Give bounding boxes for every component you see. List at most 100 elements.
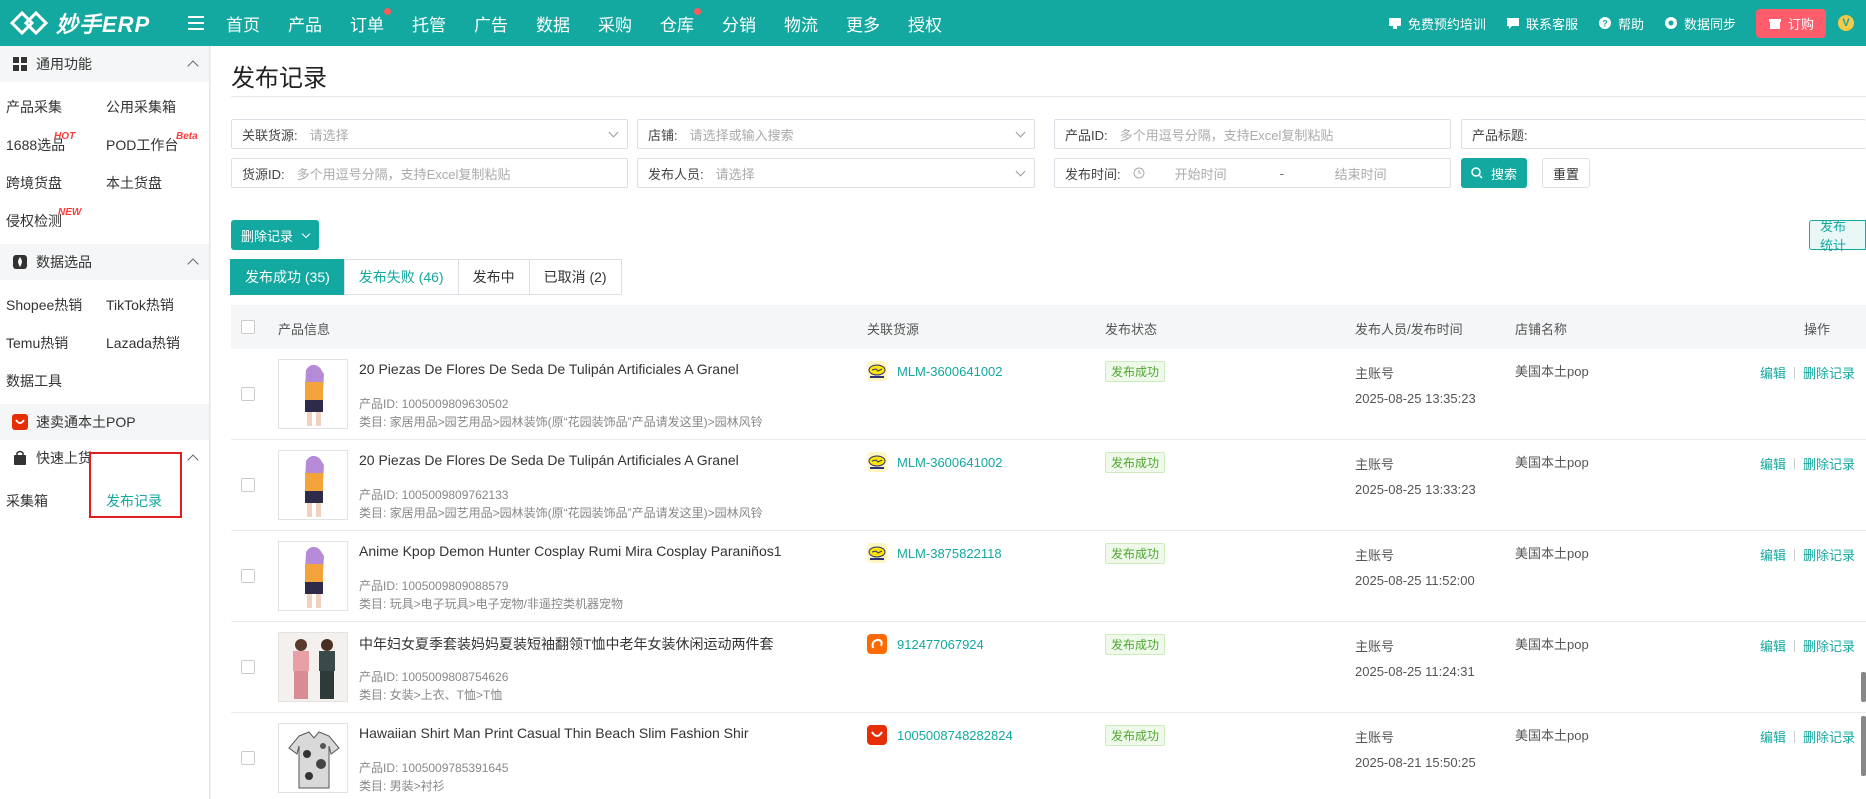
sidebar-item-label: 本土货盘 [106, 175, 162, 191]
product-id: 产品ID: 1005009809088579 [359, 579, 509, 593]
product-category: 类目: 女装>上衣、T恤>T恤 [359, 688, 503, 702]
source-link[interactable]: MLM-3600641002 [867, 361, 1003, 381]
source-link[interactable]: MLM-3600641002 [867, 452, 1003, 472]
row-actions: 编辑 删除记录 [1760, 363, 1855, 382]
nav-item[interactable]: 数据 [536, 11, 570, 36]
sidebar-item[interactable]: TikTok热销 [106, 286, 216, 324]
row-checkbox[interactable] [241, 569, 255, 583]
product-name[interactable]: 中年妇女夏季套装妈妈夏装短袖翻领T恤中老年女装休闲运动两件套 [359, 634, 774, 654]
nav-item[interactable]: 订单 [350, 7, 391, 36]
sidebar-item[interactable]: 侵权检测 NEW [6, 202, 106, 240]
edit-link[interactable]: 编辑 [1760, 545, 1786, 564]
tab-success[interactable]: 发布成功 (35) [230, 259, 345, 295]
nav-item[interactable]: 更多 [846, 11, 880, 36]
sidebar-item[interactable]: Temu热销 [6, 324, 106, 362]
product-name[interactable]: Anime Kpop Demon Hunter Cosplay Rumi Mir… [359, 543, 782, 559]
scrollbar-thumb[interactable] [1861, 716, 1866, 776]
chevron-up-icon[interactable] [187, 60, 199, 72]
product-name[interactable]: Hawaiian Shirt Man Print Casual Thin Bea… [359, 725, 749, 741]
product-name[interactable]: 20 Piezas De Flores De Seda De Tulipán A… [359, 361, 739, 377]
search-button[interactable]: 搜索 [1461, 158, 1528, 188]
nav-item[interactable]: 仓库 [660, 7, 701, 36]
publish-stats-button[interactable]: 发布统计 [1809, 219, 1866, 253]
delete-record-link[interactable]: 删除记录 [1803, 636, 1855, 655]
row-checkbox[interactable] [241, 660, 255, 674]
reset-button[interactable]: 重置 [1542, 158, 1591, 188]
free-training-link[interactable]: 免费预约培训 [1388, 14, 1486, 33]
product-thumbnail[interactable] [278, 359, 348, 429]
nav-item[interactable]: 采购 [598, 11, 632, 36]
nav-item[interactable]: 分销 [722, 11, 756, 36]
sidebar-section-general[interactable]: 通用功能 [0, 46, 209, 82]
user-avatar[interactable]: V [1838, 15, 1854, 31]
edit-link[interactable]: 编辑 [1760, 727, 1786, 746]
nav-item[interactable]: 物流 [784, 11, 818, 36]
sidebar-item[interactable]: 本土货盘 [106, 164, 216, 202]
support-link[interactable]: 联系客服 [1506, 14, 1578, 33]
sidebar-item[interactable]: Lazada热销 [106, 324, 216, 362]
publisher-select[interactable]: 发布人员: 请选择 [637, 158, 1035, 188]
publish-time-range[interactable]: 发布时间: 开始时间 - 结束时间 [1054, 158, 1451, 188]
source-link[interactable]: MLM-3875822118 [867, 543, 1002, 563]
edit-link[interactable]: 编辑 [1760, 454, 1786, 473]
sidebar-section-title: 数据选品 [36, 254, 92, 270]
nav-item[interactable]: 授权 [908, 11, 942, 36]
product-id-input[interactable]: 产品ID: 多个用逗号分隔，支持Excel复制粘贴 [1054, 119, 1451, 149]
nav-item[interactable]: 产品 [288, 11, 322, 36]
chevron-up-icon[interactable] [187, 454, 199, 466]
sidebar-item[interactable]: Shopee热销 [6, 286, 106, 324]
source-id-input[interactable]: 货源ID: 多个用逗号分隔，支持Excel复制粘贴 [231, 158, 628, 188]
sidebar-item[interactable]: 公用采集箱 [106, 88, 216, 126]
source-select[interactable]: 关联货源: 请选择 [231, 119, 628, 149]
tab-publishing[interactable]: 发布中 [457, 259, 530, 295]
brand-logo[interactable]: 妙手ERP [0, 7, 180, 39]
row-checkbox[interactable] [241, 478, 255, 492]
help-link[interactable]: ? 帮助 [1598, 14, 1644, 33]
edit-link[interactable]: 编辑 [1760, 636, 1786, 655]
sidebar-section-data[interactable]: 数据选品 [0, 244, 209, 280]
source-link[interactable]: 1005008748282824 [867, 725, 1013, 745]
publish-time-label: 发布时间: [1065, 166, 1121, 182]
sidebar-item[interactable]: 1688选品 HOT [6, 126, 106, 164]
tab-cancelled[interactable]: 已取消 (2) [528, 259, 622, 295]
product-category: 类目: 家居用品>园艺用品>园林装饰(原“花园装饰品”产品请发这里)>园林风铃 [359, 415, 763, 429]
data-sync-label: 数据同步 [1683, 16, 1736, 32]
row-checkbox[interactable] [241, 751, 255, 765]
order-button[interactable]: 订购 [1755, 8, 1826, 38]
chevron-up-icon[interactable] [187, 258, 199, 270]
sidebar-item[interactable]: 跨境货盘 [6, 164, 106, 202]
nav-item[interactable]: 托管 [412, 11, 446, 36]
nav-item[interactable]: 广告 [474, 11, 508, 36]
shop-name: 美国本土pop [1515, 455, 1589, 470]
product-thumbnail[interactable] [278, 723, 348, 793]
delete-record-link[interactable]: 删除记录 [1803, 363, 1855, 382]
publisher-name: 主账号 [1355, 730, 1395, 745]
scrollbar-thumb[interactable] [1861, 672, 1866, 702]
source-id: 1005008748282824 [897, 727, 1013, 743]
sidebar-item[interactable]: POD工作台 Beta [106, 126, 216, 164]
row-actions: 编辑 删除记录 [1760, 454, 1855, 473]
sidebar-item[interactable]: 数据工具 [6, 362, 106, 400]
source-link[interactable]: 912477067924 [867, 634, 984, 654]
tab-failed[interactable]: 发布失败 (46) [343, 259, 459, 295]
delete-record-link[interactable]: 删除记录 [1803, 545, 1855, 564]
sidebar-section-aliexpress-pop[interactable]: 速卖通本土POP [0, 404, 209, 440]
search-label: 搜索 [1491, 166, 1518, 182]
delete-record-link[interactable]: 删除记录 [1803, 454, 1855, 473]
nav-item[interactable]: 首页 [226, 11, 260, 36]
delete-records-dropdown[interactable]: 删除记录 [231, 220, 320, 250]
product-thumbnail[interactable] [278, 450, 348, 520]
row-checkbox[interactable] [241, 387, 255, 401]
shop-select[interactable]: 店铺: 请选择或输入搜索 [637, 119, 1035, 149]
product-title-input[interactable]: 产品标题: [1461, 119, 1866, 149]
product-name[interactable]: 20 Piezas De Flores De Seda De Tulipán A… [359, 452, 739, 468]
delete-record-link[interactable]: 删除记录 [1803, 727, 1855, 746]
data-sync-link[interactable]: 数据同步 [1664, 14, 1736, 33]
product-thumbnail[interactable] [278, 541, 348, 611]
highlight-box [89, 452, 182, 518]
source-id: MLM-3875822118 [897, 545, 1002, 561]
product-thumbnail[interactable] [278, 632, 348, 702]
select-all-checkbox[interactable] [241, 320, 255, 334]
edit-link[interactable]: 编辑 [1760, 363, 1786, 382]
menu-toggle-icon[interactable] [188, 16, 204, 30]
